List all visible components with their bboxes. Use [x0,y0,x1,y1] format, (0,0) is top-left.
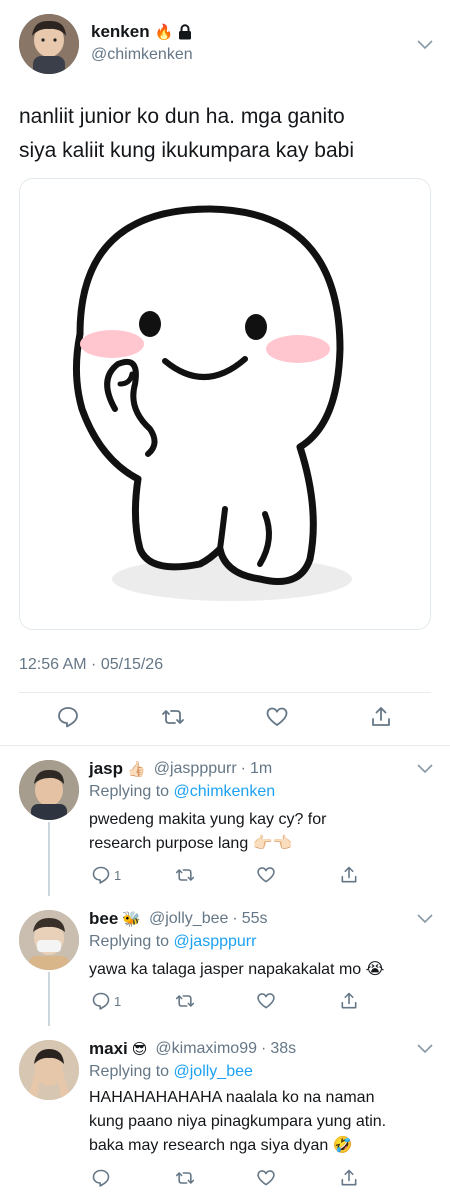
handle[interactable]: @chimkenken [91,46,193,64]
reply-actions: 1 [89,864,389,888]
reply-text: pwedeng makita yung kay cy? for research… [89,811,327,852]
tweet-text: nanliit junior ko dun ha. mga ganito siy… [19,105,354,162]
retweet-icon[interactable] [175,990,195,1012]
replying-prefix: Replying to [89,783,170,800]
share-icon[interactable] [339,1167,359,1189]
like-icon[interactable] [256,990,276,1012]
reply-button[interactable]: 1 [91,990,121,1012]
reply-time[interactable]: 1m [250,760,272,778]
avatar[interactable] [19,14,79,74]
reply-tweet[interactable]: maxi 😎 @kimaximo99 · 38s Replying to @jo… [0,1026,450,1199]
reply-icon [92,992,110,1010]
display-name[interactable]: maxi [89,1039,128,1059]
reply-icon [92,1169,110,1187]
reply-time[interactable]: 55s [242,910,268,928]
reply-header: maxi 😎 @kimaximo99 · 38s [89,1039,296,1059]
chevron-down-icon[interactable] [417,40,433,50]
retweet-icon[interactable] [175,1167,195,1189]
reply-icon [92,866,110,884]
timestamp[interactable]: 12:56 AM · 05/15/26 [19,656,163,674]
chevron-down-icon[interactable] [417,764,433,774]
reply-count: 1 [114,993,122,1009]
mention-link[interactable]: @jolly_bee [174,1063,253,1080]
reply-header: bee 🐝 @jolly_bee · 55s [89,909,268,929]
divider [19,692,431,693]
chevron-down-icon[interactable] [417,914,433,924]
retweet-icon[interactable] [160,704,186,730]
chevron-down-icon[interactable] [417,1044,433,1054]
handle[interactable]: @jolly_bee [149,910,228,928]
reply-time[interactable]: 38s [270,1040,296,1058]
thumbs-up-emoji: 👍🏻 [127,760,146,778]
share-icon[interactable] [339,864,359,886]
mention-link[interactable]: @chimkenken [174,783,276,800]
fire-emoji: 🔥 [154,23,174,41]
replying-prefix: Replying to [89,933,170,950]
handle[interactable]: @jaspppurr [154,760,237,778]
display-name[interactable]: bee [89,909,118,929]
thread-line [48,822,50,896]
avatar[interactable] [19,760,79,820]
sunglasses-emoji: 😎 [131,1040,148,1058]
thread-line [48,972,50,1026]
display-name[interactable]: jasp [89,759,123,779]
replying-to: Replying to @chimkenken [89,783,275,801]
avatar[interactable] [19,1040,79,1100]
avatar[interactable] [19,910,79,970]
separator-dot: · [240,760,246,777]
separator-dot: · [232,910,238,927]
reply-text: HAHAHAHAHAHA naalala ko na naman kung pa… [89,1089,387,1154]
bee-emoji: 🐝 [122,910,141,928]
reply-tweet[interactable]: jasp 👍🏻 @jaspppurr · 1m Replying to @chi… [0,746,450,896]
tweet-image[interactable] [19,178,431,630]
share-icon[interactable] [339,990,359,1012]
replying-to: Replying to @jaspppurr [89,933,256,951]
reply-actions: 1 [89,990,389,1014]
like-icon[interactable] [264,704,290,730]
handle[interactable]: @kimaximo99 [155,1040,257,1058]
replying-prefix: Replying to [89,1063,170,1080]
reply-tweet[interactable]: bee 🐝 @jolly_bee · 55s Replying to @jasp… [0,896,450,1026]
reply-count: 1 [114,867,122,883]
share-icon[interactable] [368,704,394,730]
reply-text: yawa ka talaga jasper napakakalat mo 😭 [89,961,385,978]
separator-dot: · [261,1040,267,1057]
like-icon[interactable] [256,864,276,886]
replying-to: Replying to @jolly_bee [89,1063,253,1081]
reply-header: jasp 👍🏻 @jaspppurr · 1m [89,759,272,779]
lock-icon [178,24,192,40]
display-name[interactable]: kenken [91,22,150,42]
like-icon[interactable] [256,1167,276,1189]
mention-link[interactable]: @jaspppurr [174,933,257,950]
reply-button[interactable]: 1 [91,864,121,886]
main-tweet: kenken 🔥 @chimkenken nanliit junior ko d… [0,0,450,745]
reply-actions [89,1167,389,1191]
name-row: kenken 🔥 [91,22,192,42]
tweet-actions [0,700,450,736]
reply-icon[interactable] [55,704,81,730]
retweet-icon[interactable] [175,864,195,886]
reply-button[interactable] [91,1167,114,1189]
